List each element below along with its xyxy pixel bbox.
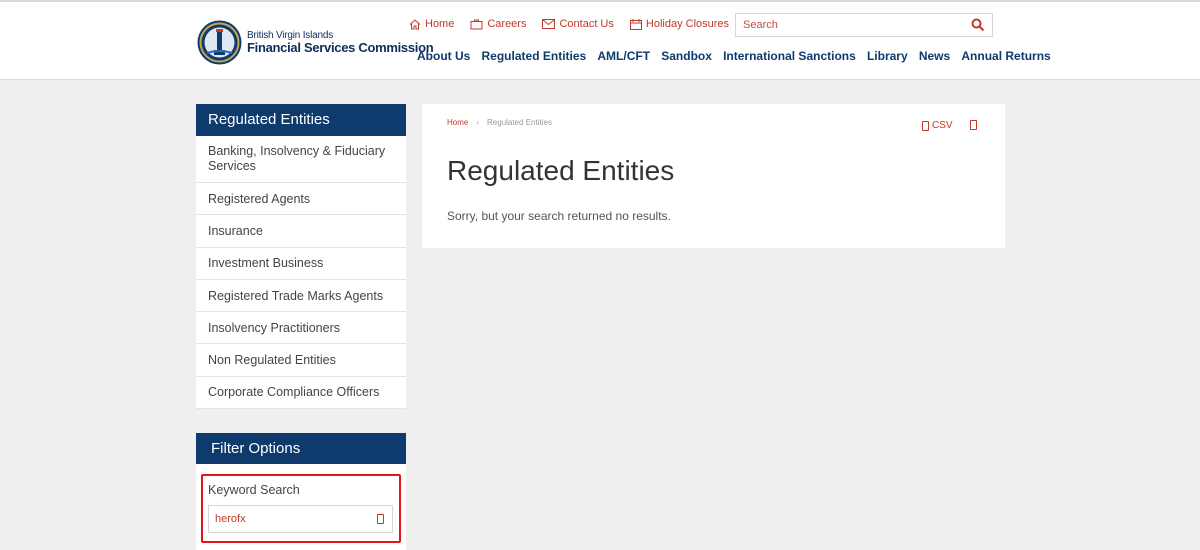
breadcrumb-separator: ›	[476, 118, 480, 127]
util-link-careers[interactable]: Careers	[470, 18, 526, 30]
sidebar-item-label: Non Regulated Entities	[208, 353, 336, 368]
sidebar-list: Banking, Insolvency & Fiduciary Services…	[196, 136, 406, 410]
nav-annual-returns[interactable]: Annual Returns	[961, 49, 1050, 63]
nav-aml-cft[interactable]: AML/CFT	[597, 49, 650, 63]
results-card: Home › Regulated Entities CSV Regulated …	[422, 104, 1005, 248]
util-link-label: Home	[425, 18, 455, 30]
util-link-label: Careers	[487, 18, 527, 30]
sidebar-item-label: Insurance	[208, 223, 263, 238]
sidebar-item-label: Investment Business	[208, 256, 324, 271]
header-search	[735, 13, 993, 37]
nav-about-us[interactable]: About Us	[417, 49, 470, 63]
sidebar-item-label: Registered Agents	[208, 191, 311, 206]
filter-title: Filter Options	[196, 433, 406, 464]
sidebar-item-registered-agents[interactable]: Registered Agents	[196, 183, 406, 216]
sidebar-item-label: Banking, Insolvency & Fiduciary Services	[208, 144, 386, 173]
careers-icon	[470, 19, 483, 29]
print-icon[interactable]	[970, 120, 977, 130]
no-results-message: Sorry, but your search returned no resul…	[447, 209, 671, 223]
keyword-search-input[interactable]	[209, 506, 369, 532]
csv-label: CSV	[932, 120, 953, 131]
page-title: Regulated Entities	[447, 155, 675, 186]
keyword-search-label: Keyword Search	[208, 483, 300, 497]
util-link-home[interactable]: Home	[409, 18, 454, 30]
utility-links: Home Careers Contact Us Holiday Closures	[409, 18, 745, 30]
sidebar-item-insurance[interactable]: Insurance	[196, 215, 406, 248]
sidebar-item-non-regulated[interactable]: Non Regulated Entities	[196, 344, 406, 377]
nav-international-sanctions[interactable]: International Sanctions	[723, 49, 856, 63]
nav-regulated-entities[interactable]: Regulated Entities	[482, 49, 587, 63]
sidebar-item-compliance-officers[interactable]: Corporate Compliance Officers	[196, 377, 406, 410]
sidebar-item-label: Insolvency Practitioners	[208, 320, 341, 335]
util-link-label: Holiday Closures	[645, 18, 730, 30]
util-link-contact[interactable]: Contact Us	[542, 18, 614, 30]
home-icon	[409, 18, 421, 29]
envelope-icon	[542, 19, 556, 29]
sidebar-item-insolvency-practitioners[interactable]: Insolvency Practitioners	[196, 312, 406, 345]
filter-panel: Keyword Search	[196, 464, 406, 550]
fsc-seal-icon	[197, 20, 242, 65]
csv-icon	[922, 120, 929, 131]
sidebar-item-trade-marks-agents[interactable]: Registered Trade Marks Agents	[196, 280, 406, 313]
sidebar-title: Regulated Entities	[196, 104, 406, 136]
csv-export-button[interactable]: CSV	[922, 120, 953, 131]
sidebar-item-label: Corporate Compliance Officers	[208, 385, 380, 400]
keyword-search-field	[208, 505, 393, 533]
search-input[interactable]	[736, 14, 966, 36]
sidebar-item-label: Registered Trade Marks Agents	[208, 288, 384, 303]
sidebar-item-investment-business[interactable]: Investment Business	[196, 248, 406, 280]
util-link-holiday[interactable]: Holiday Closures	[629, 18, 730, 30]
site-logo[interactable]: British Virgin Islands Financial Service…	[197, 20, 434, 65]
nav-library[interactable]: Library	[867, 49, 908, 63]
main-nav: About Us Regulated Entities AML/CFT Sand…	[417, 49, 1051, 63]
site-header: British Virgin Islands Financial Service…	[0, 0, 1200, 80]
util-link-label: Contact Us	[559, 18, 614, 30]
calendar-icon	[629, 18, 642, 30]
document-icon[interactable]	[377, 514, 384, 524]
breadcrumb-current: Regulated Entities	[487, 118, 552, 127]
nav-news[interactable]: News	[919, 49, 950, 63]
breadcrumb: Home › Regulated Entities	[447, 118, 552, 127]
search-icon[interactable]	[971, 18, 985, 32]
nav-sandbox[interactable]: Sandbox	[661, 49, 712, 63]
sidebar-item-banking[interactable]: Banking, Insolvency & Fiduciary Services	[196, 136, 406, 183]
breadcrumb-home[interactable]: Home	[447, 118, 468, 127]
logo-line-2: Financial Services Commission	[247, 39, 434, 55]
